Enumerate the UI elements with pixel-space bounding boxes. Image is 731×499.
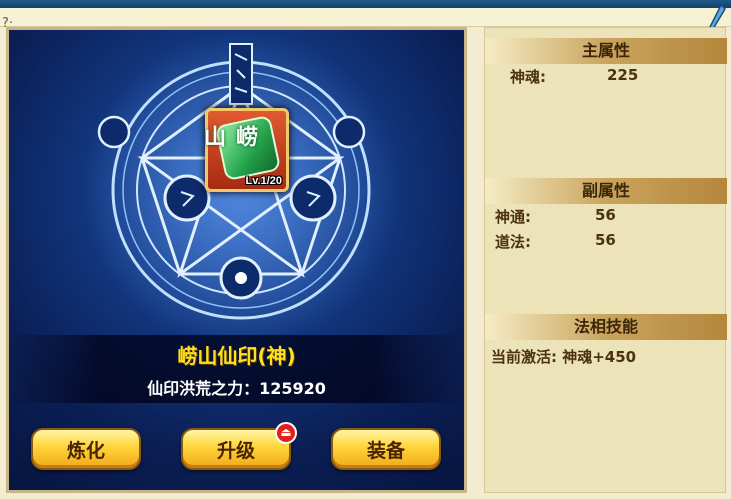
top-strip	[0, 0, 731, 8]
top-bar: ?·	[0, 8, 731, 31]
attribute-panel: 主属性 神魂: 225 副属性 神通: 56 道法: 56 法相技能 当前激活:…	[484, 27, 727, 493]
seal-name: 崂山仙印(神)	[177, 344, 296, 368]
refine-button[interactable]: 炼化	[31, 428, 141, 470]
skill-header: 法相技能	[485, 314, 727, 340]
seal-item-icon[interactable]: 崂山 Lv.1/20	[200, 108, 289, 192]
sub-attr-header: 副属性	[485, 178, 727, 204]
seal-level: Lv.1/20	[245, 175, 283, 187]
upgrade-alert-icon: ⏏	[275, 422, 297, 444]
main-attr-value: 225	[607, 66, 639, 84]
sub-attr-value-2: 56	[595, 231, 616, 249]
seal-display-panel: 崂山 Lv.1/20 崂山仙印(神) 仙印洪荒之力：125920 炼化 升级 ⏏…	[6, 27, 467, 493]
main-attr-header: 主属性	[485, 38, 727, 64]
skill-active-text: 当前激活: 神魂+450	[491, 348, 637, 366]
main-attr-label: 神魂:	[510, 68, 546, 86]
equip-button[interactable]: 装备	[331, 428, 441, 470]
sub-attr-label-1: 神通:	[495, 208, 531, 226]
sub-attr-label-2: 道法:	[495, 233, 531, 251]
magic-circle-art	[81, 30, 401, 350]
sub-attr-value-1: 56	[595, 206, 616, 224]
seal-power: 仙印洪荒之力：125920	[147, 379, 326, 398]
seal-icon-char: 崂山	[200, 125, 257, 147]
